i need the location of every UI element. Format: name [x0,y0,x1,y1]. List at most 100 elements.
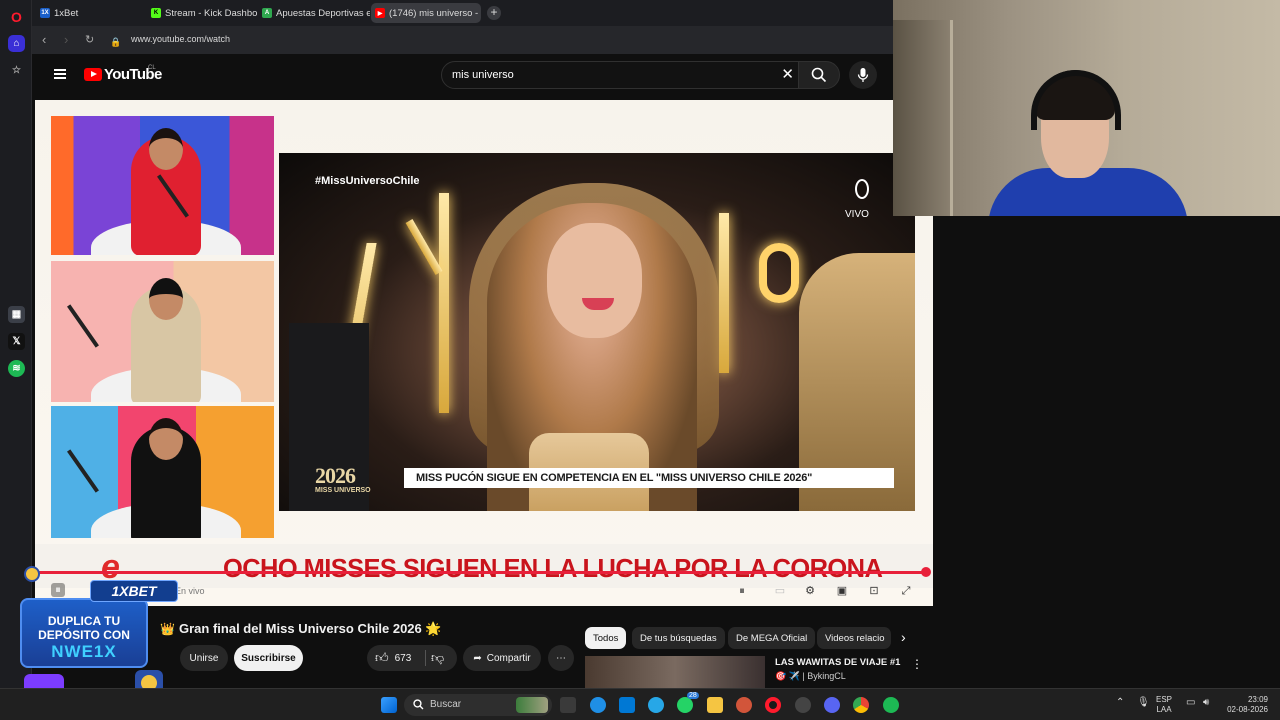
hashtag-overlay: #MissUniversoChile [315,175,420,187]
app-icon[interactable] [736,697,752,713]
tab-favicon-icon: 1X [40,8,50,18]
lower-third-caption: MISS PUCÓN SIGUE EN COMPETENCIA EN EL "M… [404,468,894,488]
like-count[interactable]: 673 [395,653,412,664]
tab-label: Stream - Kick Dashboard [165,7,257,19]
recommended-video[interactable]: LAS WAWITAS DE VIAJE #1 🎯 ✈️ | BykingCL … [585,653,933,688]
tab-kick[interactable]: K Stream - Kick Dashboard [147,3,257,23]
discord-icon[interactable] [824,697,840,713]
new-tab-button[interactable]: + [487,6,501,20]
whatsapp-badge: 28 [687,692,699,699]
host-panel-2 [51,261,274,402]
clear-search-icon[interactable]: ✕ [781,66,794,84]
fullscreen-icon[interactable]: ⤢ [899,584,913,598]
search-icon [413,699,424,710]
opera-logo-icon[interactable]: O [8,8,25,25]
edge-icon[interactable] [590,697,606,713]
progress-bar[interactable] [35,571,927,574]
youtube-header: YouTube CL mis universo ✕ [35,54,893,96]
miniplayer-icon[interactable]: ▣ [835,584,849,598]
volume-icon[interactable]: 🔊︎ [1203,697,1209,708]
x-twitter-icon[interactable]: 𝕏 [8,333,25,350]
tray-chevron-icon[interactable]: ⌃ [1116,697,1124,708]
rec-channel[interactable]: 🎯 ✈️ | BykingCL [775,671,846,682]
live-indicator-icon [855,179,869,199]
video-title: Gran final del Miss Universo Chile 2026 … [179,621,442,636]
tab-youtube[interactable]: ▶ (1746) mis universo - [371,3,481,23]
1xbet-ad-overlay[interactable]: 1XBET DUPLICA TU DEPÓSITO CON NWE1X [20,580,178,708]
headset-icon [1031,70,1121,130]
menu-icon[interactable] [54,69,66,79]
tab-favicon-icon: K [151,8,161,18]
like-dislike-group: 👍︎ 673 👎︎ [367,645,457,671]
search-input[interactable]: mis universo [452,69,514,81]
search-box[interactable]: mis universo ✕ [441,61,799,89]
lock-icon: 🔒 [110,37,122,47]
chip-mega[interactable]: De MEGA Oficial [728,627,816,649]
share-button[interactable]: ➦ Compartir [463,645,541,671]
cast-icon[interactable]: ⊡ [867,584,881,598]
youtube-logo-icon[interactable] [84,68,102,81]
tab-favicon-icon: ▶ [375,8,385,18]
settings-gear-icon[interactable]: ⚙ [803,584,817,598]
miss-universo-logo: 2026 MISS UNIVERSO [315,463,371,494]
pinboard-icon[interactable]: ▦ [8,306,25,323]
home-icon[interactable]: ⌂ [8,35,25,52]
store-icon[interactable] [619,697,635,713]
reload-icon[interactable]: ↻ [85,32,94,48]
tab-label: (1746) mis universo - [389,7,479,19]
subscribe-button[interactable]: Suscribirse [234,645,303,671]
main-video-feed: #MissUniversoChile VIVO 2026 MISS UNIVER… [279,153,915,511]
stream-background [933,216,1280,688]
autoplay-toggle-icon[interactable]: ⏸ [735,584,749,598]
clock[interactable]: 23:09 02-08-2026 [1224,695,1268,715]
ad-headline-1: DUPLICA TU [47,614,121,628]
rec-more-icon[interactable]: ⋮ [911,657,923,671]
join-button[interactable]: Unirse [180,645,228,671]
network-icon[interactable]: ▭ [1186,697,1195,708]
microphone-icon [857,68,869,82]
webcam-overlay [893,0,1280,216]
star-icon[interactable]: ☆ [8,62,25,79]
windows-taskbar: Buscar 28 ⌃ ESP LAA 🎙︎ ▭ 🔊︎ 23:09 02-08-20… [0,688,1280,720]
tab-apuestas[interactable]: A Apuestas Deportivas en C [258,3,370,23]
country-code: CL [148,65,156,71]
spotify-icon[interactable]: ≋ [8,360,25,377]
windows-start-icon[interactable] [381,697,397,713]
ad-headline-2: DEPÓSITO CON [38,628,130,642]
url-field[interactable]: www.youtube.com/watch [131,34,230,44]
dislike-icon[interactable]: 👎︎ [431,650,444,666]
whatsapp-icon[interactable] [677,697,693,713]
opera-icon[interactable] [765,697,781,713]
back-icon[interactable]: ‹ [42,32,46,48]
forward-icon[interactable]: › [64,32,68,48]
chip-all[interactable]: Todos [585,627,627,649]
tab-favicon-icon: A [262,8,272,18]
taskbar-search[interactable]: Buscar [404,694,552,716]
chip-related[interactable]: Videos relacio [817,627,891,649]
spotify-icon[interactable] [883,697,899,713]
language-indicator[interactable]: ESP LAA [1156,695,1172,715]
rec-title[interactable]: LAS WAWITAS DE VIAJE #1 [775,657,900,668]
host-panel-1 [51,116,274,255]
search-button[interactable] [798,61,840,89]
video-player[interactable]: #MissUniversoChile VIVO 2026 MISS UNIVER… [35,96,933,606]
chevron-right-icon[interactable]: › [901,629,906,645]
tab-label: 1xBet [54,7,79,19]
chip-searches[interactable]: De tus búsquedas [632,627,725,649]
tab-bar: 1X 1xBet K Stream - Kick Dashboard A Apu… [32,0,893,26]
obs-icon[interactable] [795,697,811,713]
like-icon[interactable]: 👍︎ [375,650,389,666]
voice-search-button[interactable] [849,61,877,89]
subtitles-icon[interactable]: ▭ [773,584,787,598]
mic-tray-icon[interactable]: 🎙︎ [1137,697,1150,708]
crown-emoji-icon: 👑 [160,622,175,636]
address-bar: ‹ › ↻ 🔒 www.youtube.com/watch [32,26,893,54]
telegram-icon[interactable] [648,697,664,713]
rec-thumbnail[interactable] [585,656,765,688]
task-view-icon[interactable] [560,697,576,713]
tab-label: Apuestas Deportivas en C [276,7,370,19]
chrome-icon[interactable] [853,697,869,713]
tab-1xbet[interactable]: 1X 1xBet [36,3,146,23]
file-explorer-icon[interactable] [707,697,723,713]
more-actions-button[interactable]: ⋯ [548,645,574,671]
